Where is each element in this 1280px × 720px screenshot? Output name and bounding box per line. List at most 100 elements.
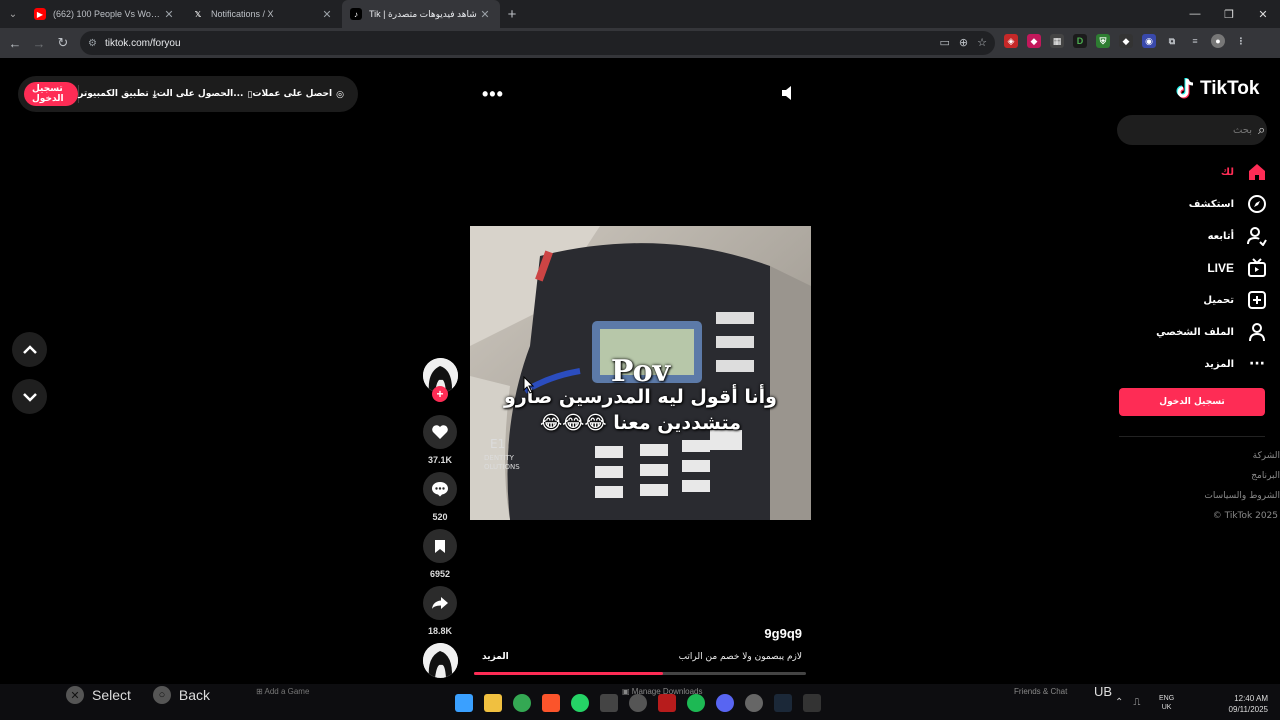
back-button[interactable]: ← xyxy=(3,36,27,51)
file-explorer-icon[interactable] xyxy=(484,694,502,712)
video-caption-line: متشددين معنا 😂😂😂 xyxy=(539,412,742,434)
media-control-icon[interactable]: ≡ xyxy=(1188,34,1202,48)
close-icon[interactable]: ✕ xyxy=(162,8,176,21)
more-options-icon[interactable]: ••• xyxy=(482,84,504,105)
app-g-icon[interactable] xyxy=(600,694,618,712)
tab-title: (662) 100 People Vs World's Big xyxy=(53,9,162,19)
footer-link-terms[interactable]: الشروط والسياسات xyxy=(1204,486,1280,506)
extension-pink-icon[interactable]: ◆ xyxy=(1027,34,1041,48)
usb-icon[interactable]: ⎍ xyxy=(1133,697,1140,708)
steam-icon[interactable] xyxy=(774,694,792,712)
sidebar-item-profile[interactable]: الملف الشخصي xyxy=(1120,316,1268,348)
extension-grid-icon[interactable]: ▦ xyxy=(1050,34,1064,48)
like-button[interactable] xyxy=(423,415,457,449)
controller-hints: ✕ Select ○ Back xyxy=(66,686,210,704)
video-player[interactable]: E1 DENTITY OLUTIONS Pov وأنا أقول ليه ال… xyxy=(470,226,811,520)
sync-icon[interactable] xyxy=(629,694,647,712)
discord-icon[interactable] xyxy=(716,694,734,712)
close-icon[interactable]: ✕ xyxy=(320,8,334,21)
extension-shield-icon[interactable]: ⛨ xyxy=(1096,34,1110,48)
extension-d-icon[interactable]: D xyxy=(1073,34,1087,48)
tab-tiktok[interactable]: ♪ شاهد فيديوهات متصدرة | Tik ✕ xyxy=(342,0,500,28)
next-video-button[interactable] xyxy=(12,379,47,414)
comment-count: 520 xyxy=(432,512,448,522)
search-input[interactable] xyxy=(1127,124,1252,136)
extensions-puzzle-icon[interactable]: ⧉ xyxy=(1165,34,1179,48)
music-disc-avatar[interactable] xyxy=(423,643,458,678)
live-icon xyxy=(1246,257,1268,279)
sidebar-login-button[interactable]: تسجيل الدخول xyxy=(1119,388,1265,416)
window-close-button[interactable]: ✕ xyxy=(1246,0,1280,28)
bookmark-star-icon[interactable]: ☆ xyxy=(977,36,987,49)
follow-button[interactable]: + xyxy=(432,386,448,402)
minimize-button[interactable]: — xyxy=(1178,0,1212,28)
app-red-icon[interactable] xyxy=(658,694,676,712)
clock-time: 12:40 AM xyxy=(1234,694,1268,703)
tab-search-button[interactable]: ⌄ xyxy=(0,0,26,28)
new-tab-button[interactable]: + xyxy=(500,6,524,23)
sidebar-item-label: استكشف xyxy=(1188,198,1234,210)
spotify-icon[interactable] xyxy=(687,694,705,712)
app-steam-alt-icon[interactable] xyxy=(803,694,821,712)
comment-button[interactable] xyxy=(423,472,457,506)
speaker-icon[interactable] xyxy=(780,84,796,102)
search-icon[interactable]: ⌕ xyxy=(1258,122,1265,138)
share-button[interactable] xyxy=(423,586,457,620)
add-game-label: Add a Game xyxy=(264,687,310,696)
whatsapp-icon[interactable] xyxy=(571,694,589,712)
reload-button[interactable]: ↻ xyxy=(51,35,75,51)
tab-youtube[interactable]: ▶ (662) 100 People Vs World's Big ✕ xyxy=(26,0,184,28)
clock[interactable]: 12:40 AM 09/11/2025 xyxy=(1229,693,1268,715)
chrome-menu-icon[interactable]: ⋮ xyxy=(1234,34,1248,48)
comment-icon xyxy=(432,482,448,497)
video-author[interactable]: 9g9q9 xyxy=(700,626,802,641)
manage-downloads-label: Manage Downloads xyxy=(631,687,703,696)
top-actions-pill: تسجيل الدخول تطبيق الكمبيوتر ⤓ الحصول عل… xyxy=(18,76,358,112)
get-app-label: الحصول على الت... xyxy=(156,89,244,99)
forward-button[interactable]: → xyxy=(27,36,51,51)
get-app-button[interactable]: الحصول على الت... ▯ xyxy=(157,89,253,100)
previous-video-button[interactable] xyxy=(12,332,47,367)
tiktok-logo[interactable]: TikTok xyxy=(1176,78,1259,100)
footer-link-program[interactable]: البرنامج xyxy=(1204,466,1280,486)
sidebar-item-more[interactable]: المزيد ··· xyxy=(1120,348,1268,380)
top-login-button[interactable]: تسجيل الدخول xyxy=(24,82,78,106)
sidebar-item-for-you[interactable]: لك xyxy=(1120,156,1268,188)
chevron-up-icon[interactable]: ⌃ xyxy=(1115,697,1123,708)
clock-date: 09/11/2025 xyxy=(1228,705,1268,714)
zoom-icon[interactable]: ⊕ xyxy=(959,36,968,49)
url-text: tiktok.com/foryou xyxy=(104,37,181,49)
select-hint[interactable]: Select xyxy=(92,687,131,703)
video-progress-bar[interactable] xyxy=(474,672,806,675)
chrome-icon[interactable] xyxy=(513,694,531,712)
app-clock-icon[interactable] xyxy=(745,694,763,712)
tab-title: شاهد فيديوهات متصدرة | Tik xyxy=(369,8,477,19)
windows-start-icon[interactable] xyxy=(455,694,473,712)
desktop-app-button[interactable]: تطبيق الكمبيوتر ⤓ xyxy=(78,89,156,100)
sidebar-item-live[interactable]: LIVE xyxy=(1120,252,1268,284)
add-game-button[interactable]: ⊞ Add a Game xyxy=(256,687,309,696)
cast-icon[interactable]: ▭ xyxy=(940,36,950,49)
profile-avatar-icon[interactable]: ● xyxy=(1211,34,1225,48)
brave-icon[interactable] xyxy=(542,694,560,712)
sidebar-item-explore[interactable]: استكشف xyxy=(1120,188,1268,220)
footer-link-company[interactable]: الشركة xyxy=(1204,446,1280,466)
site-info-icon[interactable]: ⚙ xyxy=(88,38,97,49)
sidebar-item-following[interactable]: أتابعه xyxy=(1120,220,1268,252)
friends-chat-button[interactable]: Friends & Chat xyxy=(1014,687,1067,696)
language-indicator[interactable]: ENG UK xyxy=(1159,694,1174,712)
get-coins-button[interactable]: احصل على عملات ◎ xyxy=(252,89,344,100)
url-field[interactable]: ⚙ tiktok.com/foryou ▭ ⊕ ☆ xyxy=(80,31,995,55)
sidebar-item-upload[interactable]: تحميل xyxy=(1120,284,1268,316)
save-button[interactable] xyxy=(423,529,457,563)
manage-downloads-button[interactable]: ▣ Manage Downloads xyxy=(622,687,703,696)
tab-strip: ⌄ ▶ (662) 100 People Vs World's Big ✕ 𝕏 … xyxy=(0,0,1280,28)
restore-button[interactable]: ❐ xyxy=(1212,0,1246,28)
extension-red-icon[interactable]: ◈ xyxy=(1004,34,1018,48)
tab-x[interactable]: 𝕏 Notifications / X ✕ xyxy=(184,0,342,28)
extension-eye-icon[interactable]: ◉ xyxy=(1142,34,1156,48)
description-more-button[interactable]: المزيد xyxy=(482,652,509,662)
extension-diamond-icon[interactable]: ◆ xyxy=(1119,34,1133,48)
back-hint[interactable]: Back xyxy=(179,687,210,703)
close-icon[interactable]: ✕ xyxy=(478,8,492,21)
